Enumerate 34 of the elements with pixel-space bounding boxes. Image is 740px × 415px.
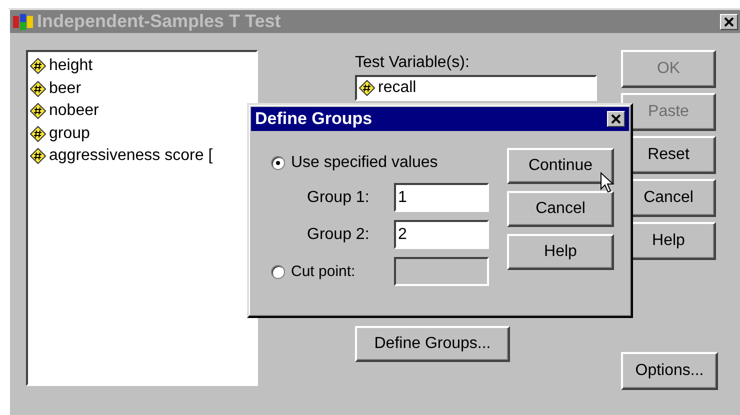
radio-button[interactable] <box>271 264 285 278</box>
diamond-icon <box>30 126 46 142</box>
close-button[interactable] <box>607 111 625 127</box>
close-icon <box>724 16 734 26</box>
window-title: Independent-Samples T Test <box>37 11 282 32</box>
diamond-icon <box>30 58 46 74</box>
variable-item[interactable]: nobeer <box>30 100 254 122</box>
group-field[interactable]: 2 <box>394 220 489 249</box>
diamond-icon <box>359 80 375 96</box>
define-groups-button[interactable]: Define Groups... <box>355 326 510 362</box>
group-label: Group 2: <box>307 226 370 244</box>
dialog-button[interactable]: Cancel <box>507 191 614 227</box>
radio-button[interactable] <box>271 156 285 170</box>
diamond-icon <box>30 148 46 164</box>
test-variables-label: Test Variable(s): <box>355 53 470 73</box>
group-label: Group 1: <box>307 188 370 206</box>
variable-item[interactable]: aggressiveness score [ <box>30 145 254 168</box>
variable-item[interactable]: beer <box>30 78 254 100</box>
radio-label: Cut point: <box>291 263 356 280</box>
diamond-icon <box>30 103 46 120</box>
variable-item[interactable]: height <box>30 55 254 78</box>
dialog-title: Define Groups <box>255 109 374 129</box>
close-button[interactable] <box>720 14 738 30</box>
app-icon <box>12 12 34 30</box>
dialog-button[interactable]: Continue <box>507 148 614 184</box>
group-field[interactable]: 1 <box>394 183 489 212</box>
variable-item[interactable]: group <box>30 122 254 145</box>
close-icon <box>611 114 621 124</box>
cursor-icon <box>600 172 614 194</box>
diamond-icon <box>30 80 46 97</box>
variable-item[interactable]: recall <box>359 77 593 100</box>
radio-label: Use specified values <box>291 154 438 172</box>
options-button[interactable]: Options... <box>621 352 718 390</box>
dialog-button[interactable]: Help <box>507 234 614 270</box>
